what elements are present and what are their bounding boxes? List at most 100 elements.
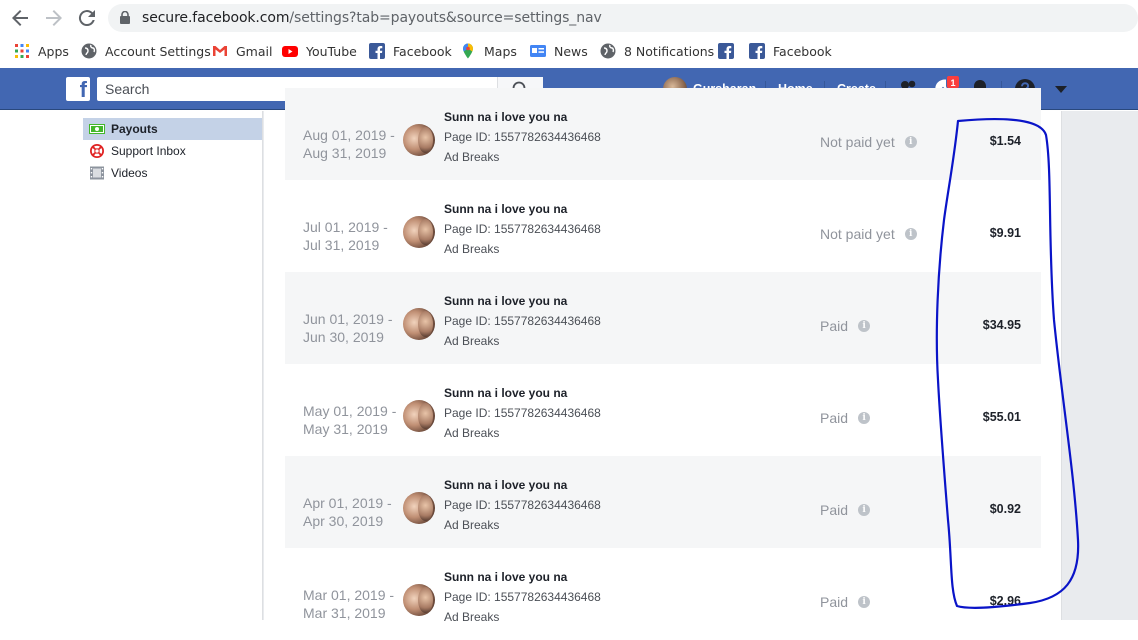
apps-grid-icon — [15, 44, 29, 58]
payout-amount: $0.92 — [989, 502, 1021, 516]
payout-period: Jun 01, 2019 - Jun 30, 2019 — [303, 311, 393, 345]
payout-period: Apr 01, 2019 - Apr 30, 2019 — [303, 495, 392, 529]
url-text: secure.facebook.com/settings?tab=payouts… — [142, 10, 602, 26]
reload-icon[interactable] — [75, 6, 99, 30]
facebook-icon — [718, 43, 734, 59]
browser-toolbar: secure.facebook.com/settings?tab=payouts… — [0, 0, 1138, 36]
payout-type: Ad Breaks — [444, 518, 500, 532]
info-icon[interactable]: i — [858, 320, 871, 332]
page-id: Page ID: 1557782634436468 — [444, 314, 601, 328]
maps-pin-icon — [463, 43, 473, 59]
payout-amount: $9.91 — [989, 226, 1021, 240]
payout-status: Paid i — [820, 594, 871, 610]
page-avatar — [403, 216, 435, 248]
info-icon[interactable]: i — [904, 228, 917, 240]
page-name: Sunn na i love you na — [444, 110, 568, 124]
sidebar-item-label: Videos — [111, 166, 148, 180]
lock-icon — [120, 11, 130, 24]
payout-period: Jul 01, 2019 - Jul 31, 2019 — [303, 219, 388, 253]
content-gutter — [264, 111, 285, 620]
payout-type: Ad Breaks — [444, 610, 500, 624]
bookmark-label: News — [554, 43, 588, 59]
payout-status: Paid i — [820, 502, 871, 518]
sidebar-item-videos[interactable]: Videos — [83, 162, 262, 184]
bookmark-label: Facebook — [393, 43, 452, 59]
page-avatar — [403, 492, 435, 524]
payout-amount: $34.95 — [982, 318, 1021, 332]
page-name: Sunn na i love you na — [444, 478, 568, 492]
page-id: Page ID: 1557782634436468 — [444, 130, 601, 144]
info-icon[interactable]: i — [858, 412, 871, 424]
payout-type: Ad Breaks — [444, 242, 500, 256]
facebook-icon — [369, 43, 385, 59]
payout-period: Aug 01, 2019 - Aug 31, 2019 — [303, 127, 395, 161]
bookmark-apps[interactable]: Apps — [14, 41, 69, 61]
page-id: Page ID: 1557782634436468 — [444, 498, 601, 512]
page-avatar — [403, 400, 435, 432]
bookmark-maps[interactable]: Maps — [460, 41, 517, 61]
page-id: Page ID: 1557782634436468 — [444, 590, 601, 604]
youtube-icon — [282, 46, 298, 57]
payout-period: May 01, 2019 - May 31, 2019 — [303, 403, 397, 437]
address-bar[interactable]: secure.facebook.com/settings?tab=payouts… — [108, 4, 1138, 32]
payout-row: Mar 01, 2019 - Mar 31, 2019 Sunn na i lov… — [285, 548, 1041, 640]
bookmark-label: Gmail — [236, 43, 273, 59]
bookmark-account-settings[interactable]: Account Settings — [81, 41, 211, 61]
payout-status: Paid i — [820, 318, 871, 334]
settings-sidebar: Payouts Support Inbox Videos — [0, 111, 263, 620]
gmail-icon — [213, 46, 227, 56]
payout-row: Jul 01, 2019 - Jul 31, 2019 Sunn na i lov… — [285, 180, 1041, 272]
payout-amount: $55.01 — [982, 410, 1021, 424]
forward-arrow-icon[interactable] — [42, 6, 66, 30]
payout-row: Aug 01, 2019 - Aug 31, 2019 Sunn na i lov… — [285, 88, 1041, 180]
bookmarks-bar: Apps Account Settings Gmail YouTube Face… — [0, 36, 1138, 66]
film-icon — [90, 166, 104, 180]
page-name: Sunn na i love you na — [444, 294, 568, 308]
account-menu-chevron-down-icon[interactable] — [1050, 78, 1072, 100]
payout-status: Not paid yet i — [820, 226, 917, 242]
bookmark-facebook[interactable]: Facebook — [369, 41, 452, 61]
messenger-unread-badge: 1 — [946, 75, 960, 89]
payout-row: May 01, 2019 - May 31, 2019 Sunn na i lov… — [285, 364, 1041, 456]
bookmark-label: 8 Notifications — [624, 43, 715, 59]
bookmark-facebook-2[interactable]: Facebook — [749, 41, 832, 61]
bookmark-label: Account Settings — [105, 43, 211, 59]
bookmark-news[interactable]: News — [530, 41, 588, 61]
payout-amount: $1.54 — [989, 134, 1021, 148]
info-icon[interactable]: i — [858, 596, 871, 608]
globe-icon — [600, 43, 616, 59]
bookmark-facebook-icon-only[interactable] — [718, 41, 742, 61]
sidebar-item-label: Payouts — [111, 122, 158, 136]
bookmark-label: Apps — [38, 43, 69, 59]
payout-row: Jun 01, 2019 - Jun 30, 2019 Sunn na i lov… — [285, 272, 1041, 364]
bookmark-label: Maps — [484, 43, 517, 59]
bookmark-notifications[interactable]: 8 Notifications — [600, 41, 714, 61]
page-avatar — [403, 308, 435, 340]
globe-icon — [81, 43, 97, 59]
payout-type: Ad Breaks — [444, 334, 500, 348]
payout-type: Ad Breaks — [444, 426, 500, 440]
payout-type: Ad Breaks — [444, 150, 500, 164]
sidebar-item-support-inbox[interactable]: Support Inbox — [83, 140, 262, 162]
bookmark-label: YouTube — [306, 43, 357, 59]
content-gutter — [1041, 111, 1062, 620]
payout-row: Apr 01, 2019 - Apr 30, 2019 Sunn na i lov… — [285, 456, 1041, 548]
bookmark-label: Facebook — [773, 43, 832, 59]
sidebar-item-label: Support Inbox — [111, 144, 186, 158]
page-id: Page ID: 1557782634436468 — [444, 222, 601, 236]
page-name: Sunn na i love you na — [444, 386, 568, 400]
page-name: Sunn na i love you na — [444, 202, 568, 216]
info-icon[interactable]: i — [858, 504, 871, 516]
back-arrow-icon[interactable] — [8, 6, 32, 30]
bookmark-gmail[interactable]: Gmail — [212, 41, 272, 61]
page-name: Sunn na i love you na — [444, 570, 568, 584]
sidebar-item-payouts[interactable]: Payouts — [83, 118, 262, 140]
payout-amount: $2.96 — [989, 594, 1021, 608]
info-icon[interactable]: i — [904, 136, 917, 148]
page-id: Page ID: 1557782634436468 — [444, 406, 601, 420]
payout-status: Paid i — [820, 410, 871, 426]
page-avatar — [403, 124, 435, 156]
settings-page: Payouts Support Inbox Videos Aug 01, 201… — [0, 88, 1138, 640]
facebook-logo-icon[interactable]: f — [66, 77, 90, 102]
bookmark-youtube[interactable]: YouTube — [282, 41, 357, 61]
